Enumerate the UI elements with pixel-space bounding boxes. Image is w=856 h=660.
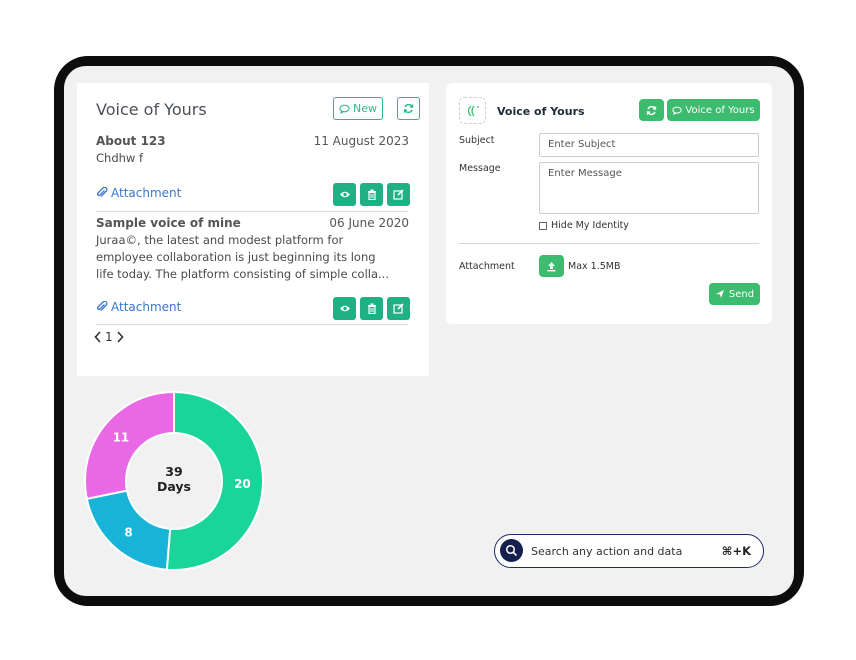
new-voice-label: New — [353, 102, 377, 115]
upload-button[interactable] — [539, 255, 564, 277]
donut-center-value: 39 — [165, 464, 183, 479]
app-screen: Voice of Yours New About 123 11 August 2… — [64, 66, 794, 596]
edit-button[interactable] — [387, 297, 410, 320]
item-divider — [96, 324, 408, 325]
new-voice-button[interactable]: New — [333, 97, 383, 120]
voice-of-yours-button[interactable]: Voice of Yours — [667, 99, 760, 121]
message-label: Message — [459, 163, 501, 174]
hide-identity-checkbox[interactable] — [539, 221, 547, 230]
hide-identity-label: Hide My Identity — [551, 220, 629, 231]
eye-icon — [339, 191, 350, 198]
edit-button[interactable] — [387, 183, 410, 206]
delete-button[interactable] — [360, 183, 383, 206]
edit-icon — [393, 189, 404, 200]
donut-slice-label-1: 8 — [124, 525, 132, 539]
donut-slice-label-2: 11 — [113, 431, 130, 445]
item-divider — [96, 211, 408, 212]
pagination: 1 — [94, 330, 124, 344]
send-icon — [715, 290, 724, 298]
voice-item-date: 06 June 2020 — [329, 216, 409, 230]
current-page[interactable]: 1 — [105, 330, 113, 344]
paperclip-icon — [96, 301, 108, 311]
days-donut-chart: 20 8 11 39 Days — [84, 386, 274, 576]
chevron-left-icon[interactable] — [94, 331, 102, 343]
upload-icon — [547, 261, 556, 271]
form-title: Voice of Yours — [497, 105, 585, 118]
subject-label: Subject — [459, 135, 495, 146]
hide-identity-option[interactable]: Hide My Identity — [539, 220, 629, 231]
view-button[interactable] — [333, 297, 356, 320]
refresh-icon — [646, 105, 657, 115]
voice-item-attachment-link[interactable]: Attachment — [96, 186, 181, 200]
voice-list-title: Voice of Yours — [96, 100, 207, 119]
command-search-bar[interactable]: Search any action and data ⌘+K — [494, 534, 764, 568]
keyboard-shortcut: ⌘+K — [721, 544, 751, 558]
voice-of-yours-label: Voice of Yours — [685, 104, 755, 116]
send-button[interactable]: Send — [709, 283, 760, 305]
search-input[interactable]: Search any action and data — [531, 545, 682, 558]
logo-icon — [467, 105, 479, 116]
voice-item-body: Juraa©, the latest and modest platform f… — [96, 233, 389, 281]
delete-button[interactable] — [360, 297, 383, 320]
attachment-label: Attachment — [111, 300, 182, 314]
voice-item-attachment-link[interactable]: Attachment — [96, 300, 181, 314]
attachment-field-label: Attachment — [459, 261, 515, 272]
voice-form-card: Voice of Yours Voice of Yours Subject En… — [446, 83, 772, 324]
view-button[interactable] — [333, 183, 356, 206]
eye-icon — [339, 305, 350, 312]
donut-center-label: 39 Days — [84, 464, 264, 494]
refresh-form-button[interactable] — [639, 99, 664, 121]
trash-icon — [367, 189, 376, 200]
edit-icon — [393, 303, 404, 314]
chat-icon — [672, 106, 683, 115]
refresh-icon — [403, 103, 414, 114]
form-divider — [459, 243, 759, 244]
max-size-hint: Max 1.5MB — [568, 261, 621, 272]
attachment-label: Attachment — [111, 186, 182, 200]
subject-input[interactable]: Enter Subject — [539, 133, 759, 157]
brand-logo — [459, 97, 486, 124]
refresh-list-button[interactable] — [397, 97, 420, 120]
voice-item-title: Sample voice of mine — [96, 216, 241, 230]
voice-item-date: 11 August 2023 — [313, 134, 409, 148]
voice-item-body: Chdhw f — [96, 151, 144, 165]
voice-item-title: About 123 — [96, 134, 166, 148]
chat-icon — [339, 104, 350, 114]
donut-center-unit: Days — [156, 479, 191, 494]
voice-list-card: Voice of Yours New About 123 11 August 2… — [77, 83, 429, 376]
trash-icon — [367, 303, 376, 314]
paperclip-icon — [96, 187, 108, 197]
send-label: Send — [728, 288, 755, 300]
search-icon — [500, 539, 523, 562]
message-textarea[interactable]: Enter Message — [539, 162, 759, 214]
chevron-right-icon[interactable] — [116, 331, 124, 343]
